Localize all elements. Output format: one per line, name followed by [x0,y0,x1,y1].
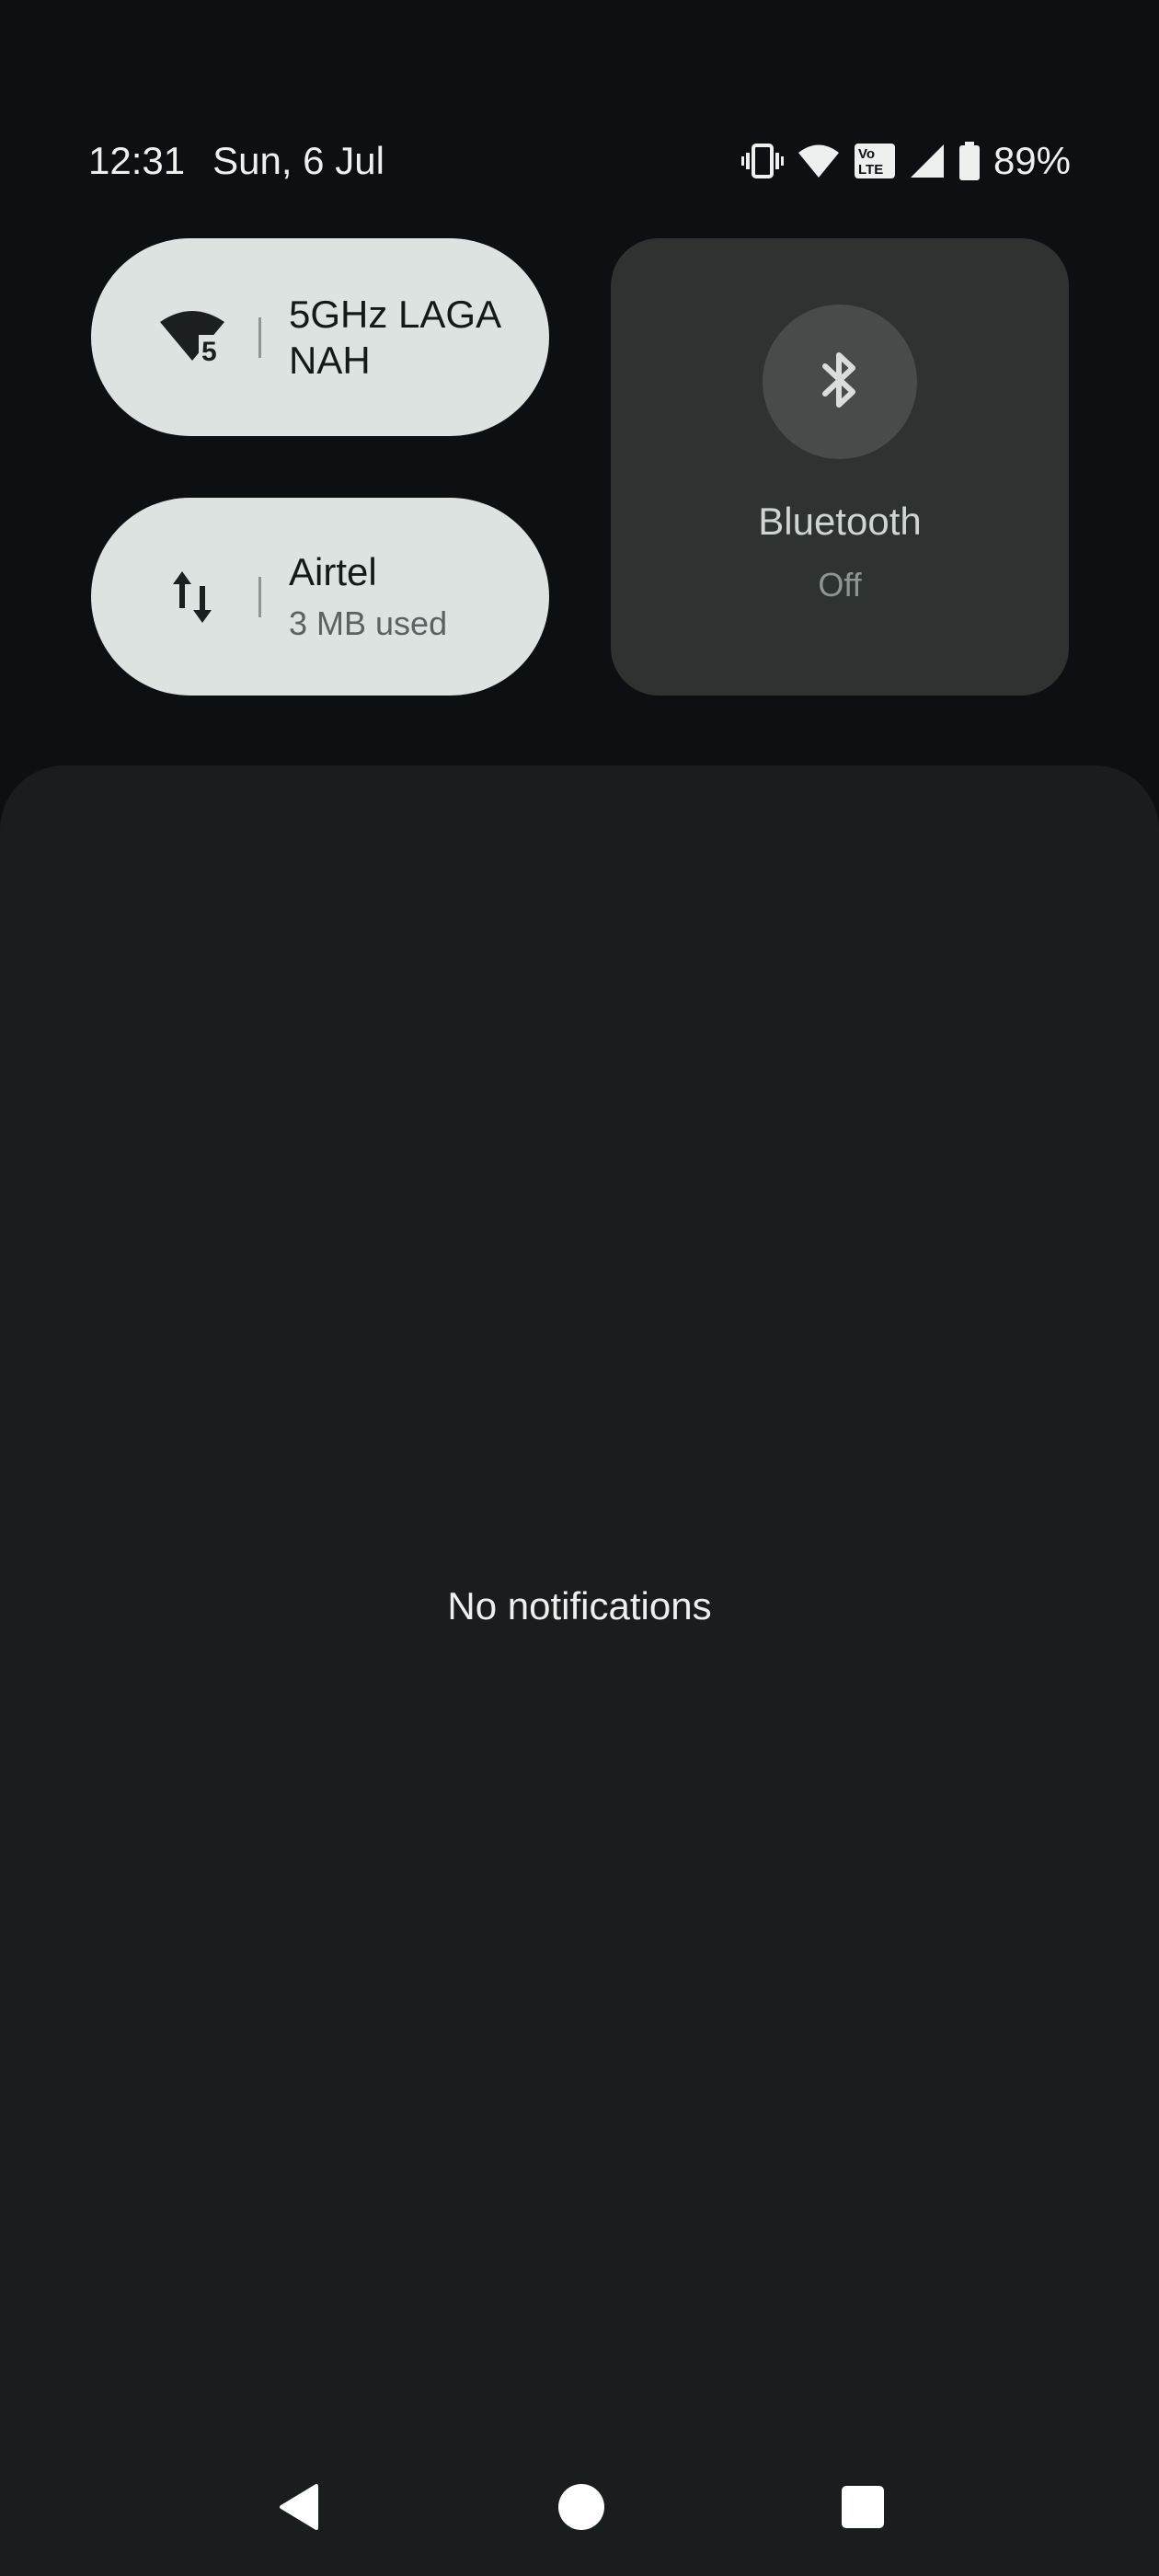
bluetooth-icon-container [763,305,917,459]
cell-signal-icon [909,143,946,179]
mobile-data-tile[interactable]: Airtel 3 MB used [91,498,549,696]
wifi-icon: 5 [137,309,247,366]
bluetooth-tile[interactable]: Bluetooth Off [611,238,1069,696]
vibrate-icon [740,143,784,179]
volte-bottom-text: LTE [858,162,883,178]
back-icon [276,2482,322,2536]
carrier-name: Airtel [289,549,377,593]
status-left: 12:31 Sun, 6 Jul [88,139,384,183]
back-button[interactable] [258,2467,340,2550]
status-right: Vo LTE 89% [740,139,1071,183]
tile-divider [258,576,261,617]
wifi-signal-icon [797,143,841,179]
wifi-badge: 5 [201,337,217,366]
recents-button[interactable] [821,2467,904,2550]
date: Sun, 6 Jul [212,139,384,182]
tile-divider [258,316,261,358]
bluetooth-label: Bluetooth [758,500,922,543]
recents-icon [842,2485,884,2533]
clock[interactable]: 12:31 [88,139,185,183]
no-notifications-text: No notifications [447,1584,712,1627]
status-bar: 12:31 Sun, 6 Jul Vo LTE 89% [88,129,1071,193]
data-usage: 3 MB used [289,604,448,642]
mobile-data-tile-text: Airtel 3 MB used [289,549,447,645]
wifi-network-name: 5GHz LAGA [289,292,502,336]
wifi-tile-text: 5GHz LAGA NAH [289,292,501,384]
bluetooth-icon [820,348,860,417]
data-transfer-icon [137,569,247,625]
home-icon [557,2483,605,2536]
battery-icon [958,142,981,180]
bluetooth-state: Off [818,566,862,604]
volte-top-text: Vo [858,146,875,162]
wifi-tile[interactable]: 5 5GHz LAGA NAH [91,238,549,436]
battery-percent: 89% [993,139,1071,182]
notification-panel: No notifications [0,765,1159,2576]
volte-icon: Vo LTE [854,143,896,179]
navigation-bar [0,2467,1159,2550]
home-button[interactable] [540,2467,623,2550]
wifi-network-name-line2: NAH [289,338,371,382]
